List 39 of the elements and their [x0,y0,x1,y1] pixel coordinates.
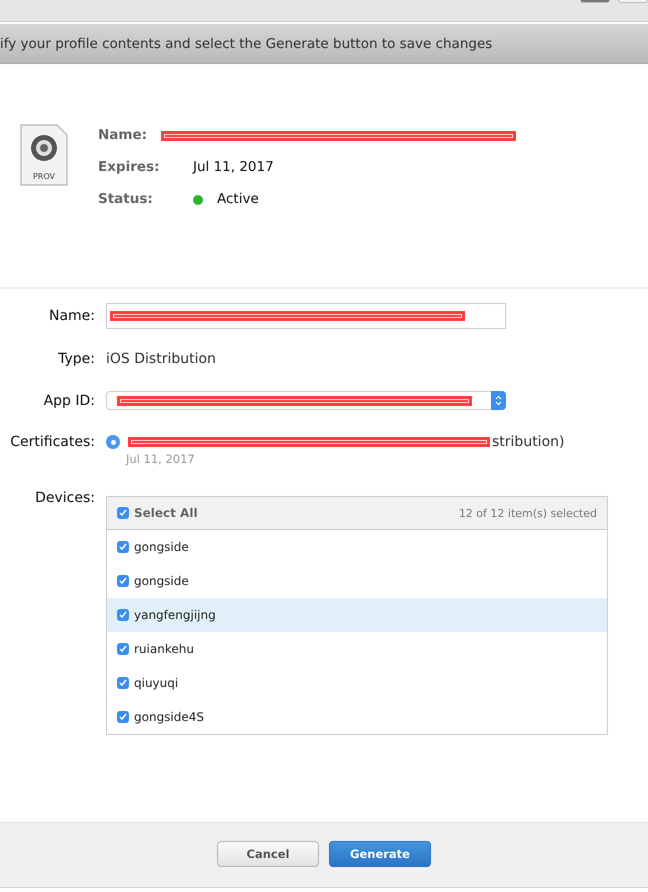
device-name: ruiankehu [134,642,194,656]
form-label: Certificates: [9,434,95,450]
checkbox[interactable] [117,541,129,553]
field-label: Status: [98,190,154,209]
device-row[interactable]: yangfengjijng [107,598,607,632]
checkbox[interactable] [117,575,129,587]
field-label: Name: [98,126,148,145]
instruction-text: ify your profile contents and select the Generate button to save changes [0,36,492,52]
certificate-date: Jul 11, 2017 [126,452,196,466]
device-name: gongside4S [134,710,204,724]
app-id-select[interactable] [106,391,506,410]
certificate-name: stribution) [492,434,564,450]
generate-button[interactable]: Generate [329,841,431,867]
form-label: App ID: [42,392,95,408]
form-label: Devices: [34,490,95,506]
name-input[interactable] [106,303,506,329]
device-name: qiuyuqi [134,676,178,690]
window-button[interactable] [618,0,648,3]
field-value: Jul 11, 2017 [193,158,274,177]
window-button[interactable] [580,0,610,3]
cancel-button[interactable]: Cancel [217,841,319,867]
form-label: Name: [48,308,95,324]
device-name: gongside [134,540,189,554]
checkbox[interactable] [117,677,129,689]
select-all-label: Select All [134,506,198,520]
device-name: gongside [134,574,189,588]
checkbox[interactable] [117,643,129,655]
chevron-icon [491,391,506,410]
checkbox[interactable] [117,507,129,519]
selection-count: 12 of 12 item(s) selected [458,506,597,520]
device-name: yangfengjijng [134,608,216,622]
type-value: iOS Distribution [106,351,217,367]
checkbox[interactable] [117,609,129,621]
radio-button[interactable] [106,435,120,449]
profile-file-icon: PROV [20,124,68,186]
field-label: Expires: [98,158,160,177]
form-label: Type: [57,351,95,367]
checkbox[interactable] [117,711,129,723]
status-text: Active [217,190,259,209]
